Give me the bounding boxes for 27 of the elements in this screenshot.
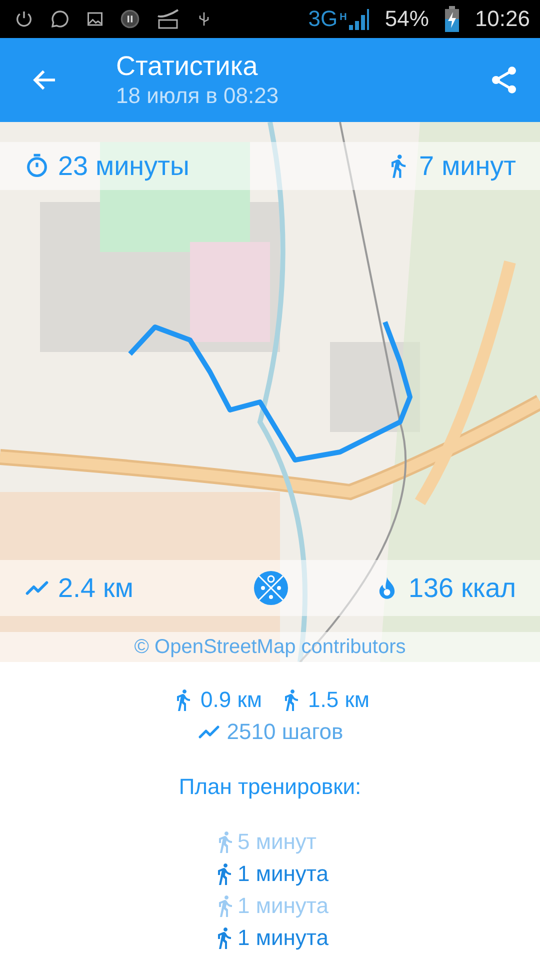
network-type: 3G xyxy=(308,6,338,32)
running-duration: 7 минут xyxy=(419,150,516,182)
walking-distance: 1.5 км xyxy=(308,687,370,713)
clock: 10:26 xyxy=(474,6,530,32)
plan-interval: 1 минута xyxy=(238,893,328,919)
workout-date: 18 июля в 08:23 xyxy=(116,82,280,110)
chat-icon xyxy=(50,9,70,29)
plan-interval: 1 минута xyxy=(238,861,328,887)
battery-icon xyxy=(444,6,459,32)
pause-icon xyxy=(120,9,140,29)
signal-icon xyxy=(348,8,369,30)
image-icon xyxy=(86,10,104,28)
screen-title: Статистика xyxy=(116,50,259,82)
total-duration: 23 минуты xyxy=(58,150,190,182)
map-attribution: © OpenStreetMap contributors xyxy=(0,632,540,662)
step-count: 2510 шагов xyxy=(226,719,344,745)
plan-heading: План тренировки: xyxy=(178,774,362,801)
network-speed: H xyxy=(340,12,347,23)
stopwatch-icon xyxy=(24,153,50,179)
plan-interval: 5 минут xyxy=(238,829,316,855)
total-distance: 2.4 км xyxy=(58,572,134,604)
battery-level: 54% xyxy=(384,6,429,32)
running-distance: 0.9 км xyxy=(200,687,262,713)
workout-modes-icon xyxy=(254,571,288,605)
calories-burned: 136 ккал xyxy=(408,572,516,604)
power-icon xyxy=(14,9,34,29)
plan-interval: 1 минута xyxy=(238,925,328,951)
